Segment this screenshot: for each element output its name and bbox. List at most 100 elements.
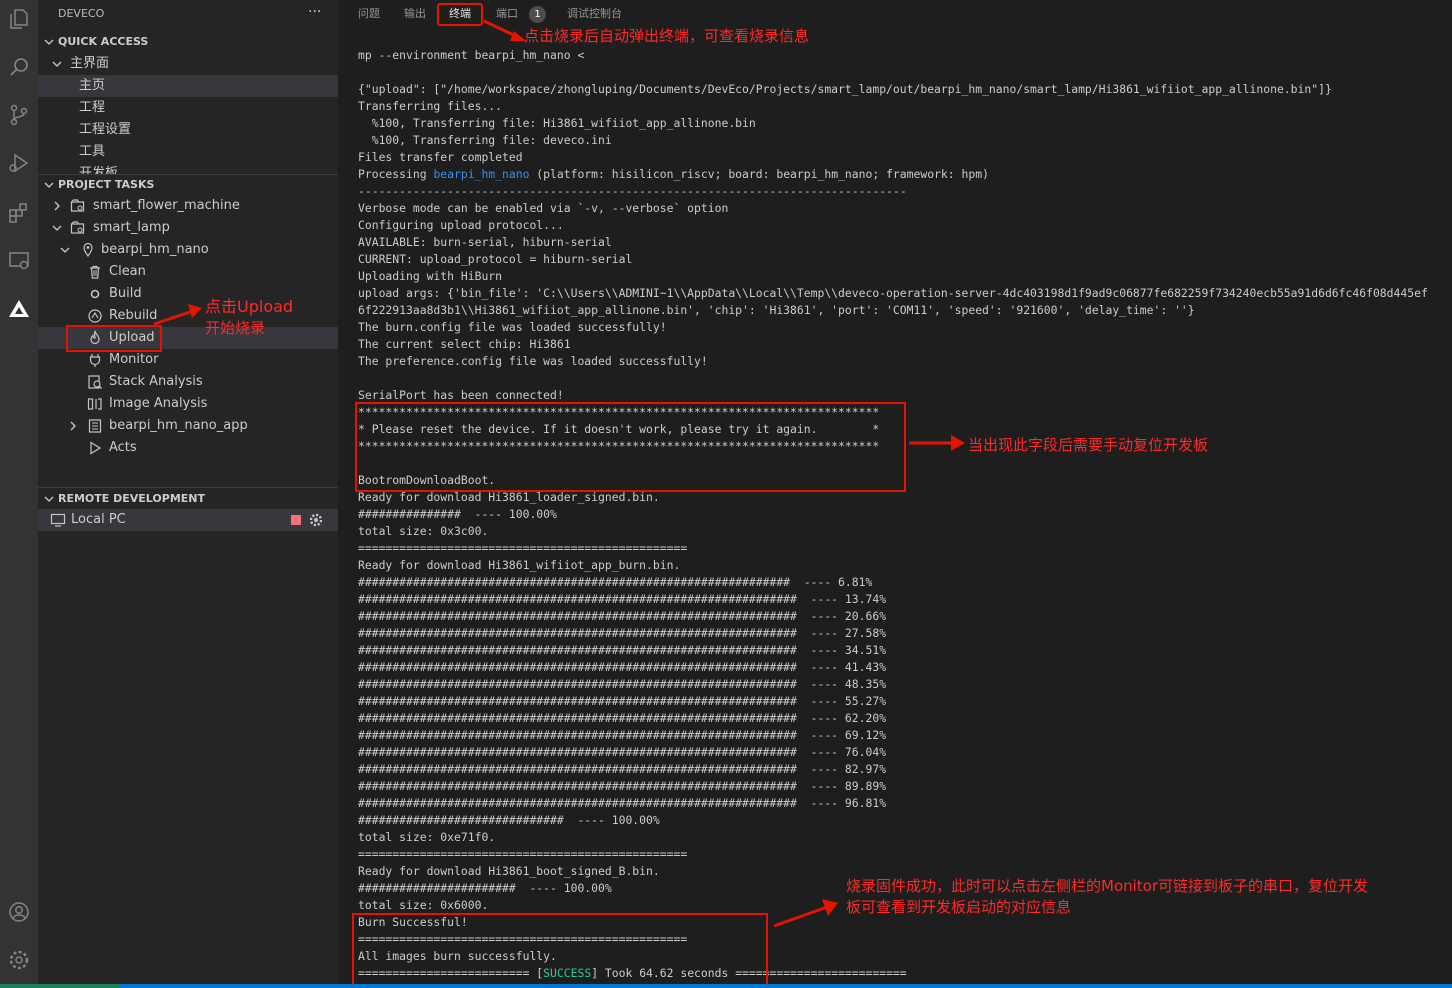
remote-local-pc[interactable]: Local PC xyxy=(38,509,338,531)
board-bearpi-hm-nano[interactable]: bearpi_hm_nano xyxy=(38,239,338,261)
reset-annotation: 当出现此字段后需要手动复位开发板 xyxy=(968,436,1209,454)
arrow-icon xyxy=(773,899,838,928)
stop-square-icon[interactable] xyxy=(291,515,301,525)
tab-annotation: 点击烧录后自动弹出终端，可查看烧录信息 xyxy=(524,27,810,45)
terminal-line: total size: 0xe71f0. xyxy=(358,830,496,844)
app-bearpi-hm-nano-app[interactable]: bearpi_hm_nano_app xyxy=(38,415,338,437)
terminal-line: upload args: {'bin_file': 'C:\\Users\\AD… xyxy=(358,286,1428,300)
arrow-icon xyxy=(909,435,965,451)
project-folder-icon xyxy=(70,199,85,212)
remote-development-header[interactable]: REMOTE DEVELOPMENT xyxy=(38,488,338,510)
tab-problems[interactable]: 问题 xyxy=(358,0,380,28)
remote-explorer-icon[interactable] xyxy=(0,242,38,280)
sidebar: DEVECO ··· QUICK ACCESS 主界面 主页 工程 工程设置 工… xyxy=(38,0,338,988)
status-bar xyxy=(0,984,1452,988)
terminal-line: AVAILABLE: burn-serial, hiburn-serial xyxy=(358,235,612,249)
success-annotation-line2: 板可查看到开发板启动的对应信息 xyxy=(846,898,1072,916)
terminal-line: Processing bearpi_hm_nano (platform: his… xyxy=(358,167,989,181)
terminal-line: ########################################… xyxy=(358,677,887,691)
chevron-down-icon xyxy=(60,247,70,253)
image-analysis-icon xyxy=(87,398,102,410)
tab-output[interactable]: 输出 xyxy=(404,0,426,28)
terminal-line: total size: 0x3c00. xyxy=(358,524,489,538)
terminal-line: Transferring files... xyxy=(358,99,503,113)
files-icon[interactable] xyxy=(0,0,38,38)
account-icon[interactable] xyxy=(0,893,38,931)
upload-annotation-line1: 点击Upload xyxy=(205,297,294,316)
terminal-line: ########################################… xyxy=(358,694,887,708)
terminal-line: ########################################… xyxy=(358,779,887,793)
task-image-analysis[interactable]: Image Analysis xyxy=(38,393,338,415)
terminal-line: ########################################… xyxy=(358,643,887,657)
more-actions-button[interactable]: ··· xyxy=(308,4,321,20)
chevron-right-icon xyxy=(54,201,60,211)
gear-icon[interactable] xyxy=(308,512,324,528)
extensions-icon[interactable] xyxy=(0,194,38,232)
trash-icon xyxy=(90,265,100,279)
project-smart-lamp[interactable]: smart_lamp xyxy=(38,217,338,239)
terminal-line: ========================================… xyxy=(358,847,688,861)
upload-highlight-box xyxy=(66,325,162,352)
activity-bar xyxy=(0,0,38,988)
arrow-icon xyxy=(153,304,202,326)
source-control-icon[interactable] xyxy=(0,96,38,134)
terminal-line: 6f222913aa8d3b1\\Hi3861_wifiiot_app_alli… xyxy=(358,303,1195,317)
terminal-line: Configuring upload protocol... xyxy=(358,218,564,232)
terminal-line: ########################################… xyxy=(358,762,887,776)
project-folder-icon xyxy=(70,221,85,234)
terminal-line: Verbose mode can be enabled via `-v, --v… xyxy=(358,201,729,215)
task-monitor[interactable]: Monitor xyxy=(38,349,338,371)
chevron-down-icon xyxy=(44,39,54,45)
tab-debug-console[interactable]: 调试控制台 xyxy=(567,0,622,28)
play-icon xyxy=(90,441,102,455)
task-acts[interactable]: Acts xyxy=(38,437,338,459)
terminal-line: mp --environment bearpi_hm_nano < xyxy=(358,48,585,62)
quick-access-item-project[interactable]: 工程 xyxy=(38,97,338,119)
quick-access-item-project-settings[interactable]: 工程设置 xyxy=(38,119,338,141)
terminal-line: Files transfer completed xyxy=(358,150,523,164)
terminal-line: Uploading with HiBurn xyxy=(358,269,503,283)
project-smart-flower-machine[interactable]: smart_flower_machine xyxy=(38,195,338,217)
sidebar-title: DEVECO xyxy=(58,7,105,20)
project-tasks-header[interactable]: PROJECT TASKS xyxy=(38,174,338,196)
deveco-logo-icon[interactable] xyxy=(0,290,38,328)
computer-icon xyxy=(50,513,66,527)
terminal-line: {"upload": ["/home/workspace/zhongluping… xyxy=(358,82,1332,96)
success-annotation-line1: 烧录固件成功，此时可以点击左侧栏的Monitor可链接到板子的串口，复位开发 xyxy=(846,877,1369,895)
quick-access-item-tools[interactable]: 工具 xyxy=(38,141,338,163)
terminal-line: CURRENT: upload_protocol = hiburn-serial xyxy=(358,252,633,266)
terminal-line: ########################################… xyxy=(358,626,887,640)
chevron-down-icon xyxy=(52,61,62,67)
terminal-line: ########################################… xyxy=(358,609,887,623)
upload-annotation-line2: 开始烧录 xyxy=(205,319,266,337)
ports-count-badge: 1 xyxy=(529,6,546,23)
remote-indicator xyxy=(0,984,120,988)
terminal-tab-highlight-box xyxy=(437,3,483,26)
terminal-line: ########################################… xyxy=(358,728,887,742)
chevron-right-icon xyxy=(70,421,76,431)
location-pin-icon xyxy=(83,242,93,258)
reset-highlight-box xyxy=(355,402,906,492)
environment-name: bearpi_hm_nano xyxy=(433,167,530,181)
terminal-line: ########################################… xyxy=(358,711,887,725)
search-icon[interactable] xyxy=(0,48,38,86)
plug-icon xyxy=(89,354,101,367)
task-stack-analysis[interactable]: Stack Analysis xyxy=(38,371,338,393)
terminal-line: The current select chip: Hi3861 xyxy=(358,337,571,351)
terminal-output[interactable]: mp --environment bearpi_hm_nano < {"uploa… xyxy=(358,47,1428,982)
terminal-line: ############### ---- 100.00% xyxy=(358,507,557,521)
quick-access-header[interactable]: QUICK ACCESS xyxy=(38,31,338,53)
success-highlight-box xyxy=(352,913,768,987)
task-clean[interactable]: Clean xyxy=(38,261,338,283)
run-debug-icon[interactable] xyxy=(0,144,38,182)
quick-access-group[interactable]: 主界面 xyxy=(38,53,338,75)
arrow-icon xyxy=(483,19,526,41)
terminal-line: ========================================… xyxy=(358,541,688,555)
quick-access-item-home[interactable]: 主页 xyxy=(38,75,338,97)
terminal-line: ########################################… xyxy=(358,745,887,759)
terminal-line: ----------------------------------------… xyxy=(358,184,907,198)
settings-gear-icon[interactable] xyxy=(0,941,38,979)
terminal-panel: 问题 输出 终端 端口 1 调试控制台 mp --environment bea… xyxy=(338,0,1452,988)
